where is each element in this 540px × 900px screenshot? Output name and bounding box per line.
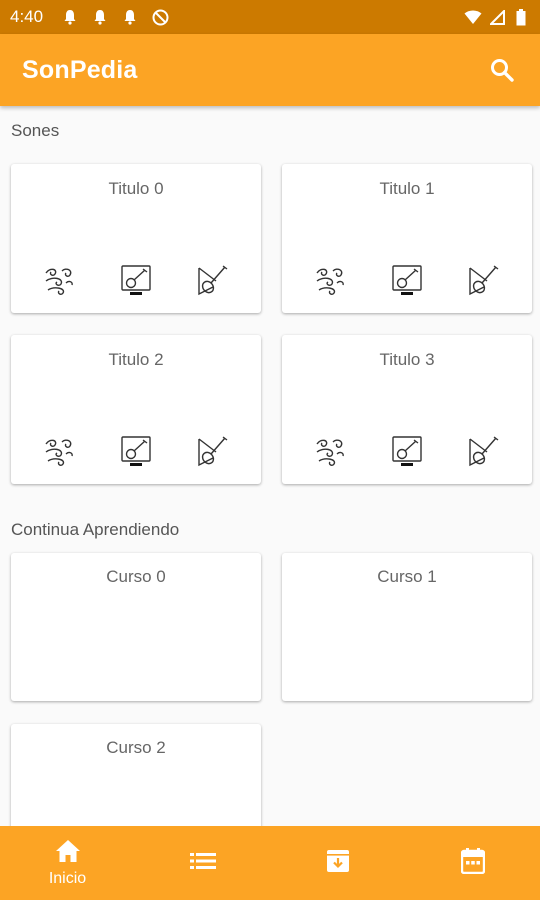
wind-swirl-icon[interactable] [312,262,348,298]
notification-bell-icon [91,8,109,26]
nav-item-list[interactable] [135,826,270,900]
violin-icon[interactable] [466,262,502,298]
bottom-navigation: Inicio [0,826,540,900]
wind-swirl-icon[interactable] [41,433,77,469]
app-title: SonPedia [22,55,138,84]
violin-icon[interactable] [195,262,231,298]
no-data-icon [151,8,169,26]
nav-label-inicio: Inicio [48,869,87,887]
son-card[interactable]: Titulo 3 [282,335,532,484]
son-card-title: Titulo 3 [379,350,435,369]
nav-item-archive[interactable] [270,826,405,900]
curso-card-title: Curso 2 [106,738,166,757]
list-icon [189,851,216,876]
battery-icon [512,8,530,26]
app-bar: SonPedia [0,34,540,106]
calendar-icon [460,847,485,879]
curso-card[interactable]: Curso 0 [11,553,261,701]
wind-swirl-icon[interactable] [41,262,77,298]
guitar-tablet-icon[interactable] [118,262,154,298]
status-bar: 4:40 [0,0,540,34]
guitar-tablet-icon[interactable] [389,262,425,298]
notification-bell-icon [121,8,139,26]
curso-card[interactable]: Curso 1 [282,553,532,701]
son-card-title: Titulo 0 [108,179,164,198]
home-icon [55,839,81,868]
son-card-title: Titulo 2 [108,350,164,369]
continua-section-label: Continua Aprendiendo [11,520,180,539]
curso-card-title: Curso 1 [377,567,437,586]
violin-icon[interactable] [195,433,231,469]
son-card[interactable]: Titulo 0 [11,164,261,313]
signal-icon [488,8,506,26]
curso-card-title: Curso 0 [106,567,166,586]
violin-icon[interactable] [466,433,502,469]
status-time: 4:40 [10,7,44,26]
notification-bell-icon [61,8,79,26]
search-icon[interactable] [486,54,518,86]
sones-section-label: Sones [11,121,60,140]
wifi-icon [464,8,482,26]
guitar-tablet-icon[interactable] [118,433,154,469]
archive-box-icon [326,849,350,878]
guitar-tablet-icon[interactable] [389,433,425,469]
wind-swirl-icon[interactable] [312,433,348,469]
nav-item-inicio[interactable]: Inicio [0,826,135,900]
son-card[interactable]: Titulo 2 [11,335,261,484]
son-card-title: Titulo 1 [379,179,435,198]
nav-item-calendar[interactable] [405,826,540,900]
son-card[interactable]: Titulo 1 [282,164,532,313]
